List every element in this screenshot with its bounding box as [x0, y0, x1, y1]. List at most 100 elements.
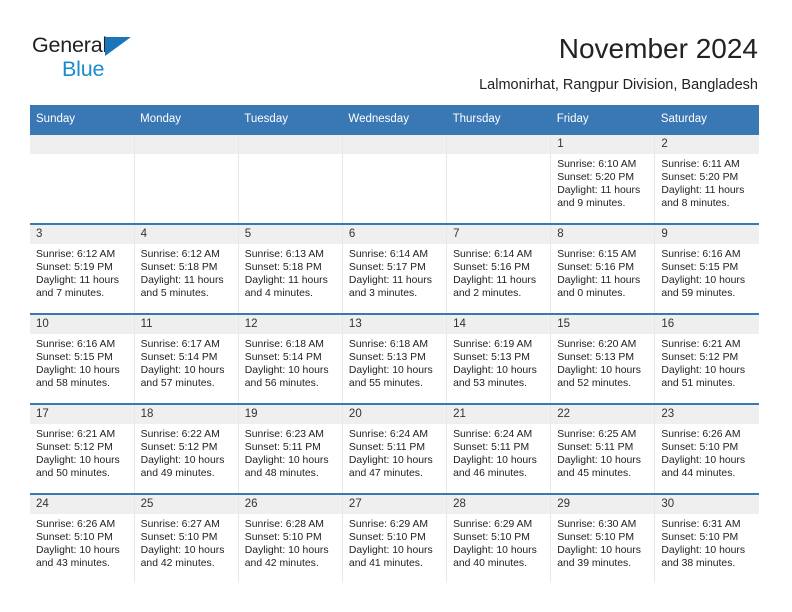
- day-cell-inner: 17 Sunrise: 6:21 AM Sunset: 5:12 PM Dayligh…: [30, 405, 134, 493]
- calendar-day-cell-30[interactable]: 30 Sunrise: 6:31 AM Sunset: 5:10 PM Dayligh…: [654, 493, 759, 583]
- day-number: 1: [551, 135, 655, 154]
- calendar-week-row: 24 Sunrise: 6:26 AM Sunset: 5:10 PM Dayligh…: [30, 493, 759, 583]
- calendar-day-cell-13[interactable]: 13 Sunrise: 6:18 AM Sunset: 5:13 PM Dayligh…: [341, 313, 447, 404]
- daylight-text-line1: Daylight: 10 hours: [453, 455, 537, 467]
- daylight-text-line2: and 46 minutes.: [453, 468, 527, 480]
- daylight-text-line2: and 52 minutes.: [557, 378, 632, 390]
- day-number: [30, 135, 134, 154]
- day-sun-details: Sunrise: 6:29 AM Sunset: 5:10 PM Daylight:…: [343, 514, 446, 570]
- calendar-day-cell-9[interactable]: 9 Sunrise: 6:16 AM Sunset: 5:15 PM Daylight…: [654, 223, 759, 314]
- weekday-header-monday: Monday: [134, 105, 239, 134]
- sunrise-text: Sunrise: 6:26 AM: [661, 429, 741, 440]
- sunrise-text: Sunrise: 6:21 AM: [36, 429, 116, 440]
- day-cell-inner: 6 Sunrise: 6:14 AM Sunset: 5:17 PM Daylight…: [342, 225, 447, 313]
- calendar-day-cell-3[interactable]: 3 Sunrise: 6:12 AM Sunset: 5:19 PM Daylight…: [30, 223, 135, 314]
- calendar-day-cell-11[interactable]: 11 Sunrise: 6:17 AM Sunset: 5:14 PM Dayligh…: [133, 313, 239, 404]
- daylight-text-line2: and 56 minutes.: [244, 378, 319, 390]
- daylight-text-line1: Daylight: 10 hours: [661, 455, 746, 467]
- sunset-text: Sunset: 5:14 PM: [140, 352, 218, 364]
- calendar-day-cell-21[interactable]: 21 Sunrise: 6:24 AM Sunset: 5:11 PM Dayligh…: [446, 403, 551, 494]
- calendar-day-cell-14[interactable]: 14 Sunrise: 6:19 AM Sunset: 5:13 PM Dayligh…: [446, 313, 551, 404]
- weekday-header-wednesday: Wednesday: [342, 105, 447, 134]
- calendar-day-cell-22[interactable]: 22 Sunrise: 6:25 AM Sunset: 5:11 PM Dayligh…: [550, 403, 655, 494]
- day-cell-inner: 10 Sunrise: 6:16 AM Sunset: 5:15 PM Dayligh…: [30, 315, 134, 403]
- daylight-text-line1: Daylight: 10 hours: [557, 545, 641, 557]
- daylight-text-line2: and 43 minutes.: [36, 558, 110, 570]
- weekday-header-thursday: Thursday: [446, 105, 551, 134]
- daylight-text-line2: and 39 minutes.: [557, 558, 632, 570]
- daylight-text-line1: Daylight: 11 hours: [140, 275, 224, 287]
- day-sun-details: Sunrise: 6:28 AM Sunset: 5:10 PM Daylight:…: [239, 514, 342, 570]
- day-sun-details: Sunrise: 6:23 AM Sunset: 5:11 PM Daylight:…: [239, 424, 342, 480]
- day-cell-inner: 25 Sunrise: 6:27 AM Sunset: 5:10 PM Dayligh…: [134, 495, 238, 583]
- daylight-text-line2: and 7 minutes.: [36, 288, 105, 300]
- sunset-text: Sunset: 5:11 PM: [453, 442, 530, 454]
- daylight-text-line2: and 38 minutes.: [661, 558, 736, 570]
- calendar-day-cell-28[interactable]: 28 Sunrise: 6:29 AM Sunset: 5:10 PM Dayligh…: [446, 493, 551, 583]
- calendar-day-cell-16[interactable]: 16 Sunrise: 6:21 AM Sunset: 5:12 PM Dayligh…: [654, 313, 759, 404]
- calendar-day-cell-24[interactable]: 24 Sunrise: 6:26 AM Sunset: 5:10 PM Dayligh…: [30, 493, 135, 583]
- day-number: 17: [30, 405, 134, 424]
- calendar-day-cell-10[interactable]: 10 Sunrise: 6:16 AM Sunset: 5:15 PM Dayligh…: [30, 313, 135, 404]
- calendar-day-cell-27[interactable]: 27 Sunrise: 6:29 AM Sunset: 5:10 PM Dayligh…: [341, 493, 447, 583]
- daylight-text-line1: Daylight: 10 hours: [453, 365, 537, 377]
- day-number: 22: [551, 405, 655, 424]
- weekday-header-friday: Friday: [550, 105, 655, 134]
- calendar-day-cell-4[interactable]: 4 Sunrise: 6:12 AM Sunset: 5:18 PM Daylight…: [133, 223, 239, 314]
- page-header: General Blue November 2024 Lalmonirhat, …: [0, 0, 792, 100]
- calendar-day-cell-17[interactable]: 17 Sunrise: 6:21 AM Sunset: 5:12 PM Dayligh…: [30, 403, 135, 494]
- day-sun-details: Sunrise: 6:26 AM Sunset: 5:10 PM Daylight:…: [655, 424, 759, 480]
- sunrise-text: Sunrise: 6:24 AM: [348, 429, 429, 440]
- daylight-text-line1: Daylight: 11 hours: [36, 275, 119, 287]
- day-number: 21: [447, 405, 551, 424]
- calendar-day-cell-5[interactable]: 5 Sunrise: 6:13 AM Sunset: 5:18 PM Daylight…: [237, 223, 343, 314]
- sunset-text: Sunset: 5:13 PM: [453, 352, 530, 364]
- calendar-day-cell-6[interactable]: 6 Sunrise: 6:14 AM Sunset: 5:17 PM Daylight…: [341, 223, 447, 314]
- calendar-day-cell-1[interactable]: 1 Sunrise: 6:10 AM Sunset: 5:20 PM Daylight…: [550, 133, 655, 224]
- sunrise-text: Sunrise: 6:12 AM: [36, 249, 116, 260]
- sunrise-text: Sunrise: 6:20 AM: [557, 339, 637, 350]
- calendar-day-cell-26[interactable]: 26 Sunrise: 6:28 AM Sunset: 5:10 PM Dayligh…: [237, 493, 343, 583]
- calendar-day-cell-12[interactable]: 12 Sunrise: 6:18 AM Sunset: 5:14 PM Dayligh…: [237, 313, 343, 404]
- calendar-day-cell-23[interactable]: 23 Sunrise: 6:26 AM Sunset: 5:10 PM Dayligh…: [654, 403, 759, 494]
- calendar-day-cell-19[interactable]: 19 Sunrise: 6:23 AM Sunset: 5:11 PM Dayligh…: [237, 403, 343, 494]
- calendar-day-cell-7[interactable]: 7 Sunrise: 6:14 AM Sunset: 5:16 PM Daylight…: [446, 223, 551, 314]
- daylight-text-line2: and 2 minutes.: [453, 288, 522, 300]
- day-sun-details: Sunrise: 6:29 AM Sunset: 5:10 PM Daylight:…: [447, 514, 550, 570]
- sunset-text: Sunset: 5:12 PM: [661, 352, 739, 364]
- sunset-text: Sunset: 5:10 PM: [244, 532, 322, 544]
- day-sun-details: Sunrise: 6:19 AM Sunset: 5:13 PM Daylight:…: [447, 334, 550, 390]
- day-sun-details: Sunrise: 6:12 AM Sunset: 5:18 PM Daylight:…: [135, 244, 238, 300]
- day-cell-inner: 28 Sunrise: 6:29 AM Sunset: 5:10 PM Dayligh…: [447, 495, 551, 583]
- sunrise-sunset-calendar: Sunday Monday Tuesday Wednesday Thursday Frid…: [30, 105, 759, 583]
- daylight-text-line1: Daylight: 11 hours: [244, 275, 328, 287]
- sunrise-text: Sunrise: 6:19 AM: [453, 339, 533, 350]
- calendar-day-cell-15[interactable]: 15 Sunrise: 6:20 AM Sunset: 5:13 PM Dayligh…: [550, 313, 655, 404]
- daylight-text-line2: and 41 minutes.: [348, 558, 423, 570]
- daylight-text-line1: Daylight: 11 hours: [557, 275, 641, 287]
- sunset-text: Sunset: 5:10 PM: [140, 532, 218, 544]
- calendar-day-cell-8[interactable]: 8 Sunrise: 6:15 AM Sunset: 5:16 PM Daylight…: [550, 223, 655, 314]
- daylight-text-line1: Daylight: 10 hours: [36, 365, 120, 377]
- calendar-day-cell-20[interactable]: 20 Sunrise: 6:24 AM Sunset: 5:11 PM Dayligh…: [341, 403, 447, 494]
- day-sun-details: Sunrise: 6:31 AM Sunset: 5:10 PM Daylight:…: [655, 514, 759, 570]
- day-number: 28: [447, 495, 551, 514]
- daylight-text-line1: Daylight: 10 hours: [244, 455, 329, 467]
- calendar-day-cell-29[interactable]: 29 Sunrise: 6:30 AM Sunset: 5:10 PM Dayligh…: [550, 493, 655, 583]
- day-number: 3: [30, 225, 134, 244]
- day-cell-inner: [238, 135, 342, 223]
- sunset-text: Sunset: 5:13 PM: [348, 352, 426, 364]
- day-cell-inner: 16 Sunrise: 6:21 AM Sunset: 5:12 PM Dayligh…: [655, 315, 759, 403]
- daylight-text-line1: Daylight: 10 hours: [140, 455, 225, 467]
- day-cell-inner: 13 Sunrise: 6:18 AM Sunset: 5:13 PM Dayligh…: [342, 315, 447, 403]
- calendar-day-cell-18[interactable]: 18 Sunrise: 6:22 AM Sunset: 5:12 PM Dayligh…: [133, 403, 239, 494]
- calendar-day-cell-25[interactable]: 25 Sunrise: 6:27 AM Sunset: 5:10 PM Dayligh…: [133, 493, 239, 583]
- day-cell-inner: 15 Sunrise: 6:20 AM Sunset: 5:13 PM Dayligh…: [551, 315, 655, 403]
- brand-logo[interactable]: General Blue: [32, 33, 162, 85]
- calendar-week-row: 17 Sunrise: 6:21 AM Sunset: 5:12 PM Dayligh…: [30, 403, 759, 494]
- day-sun-details: Sunrise: 6:27 AM Sunset: 5:10 PM Daylight:…: [135, 514, 238, 570]
- calendar-day-cell-2[interactable]: 2 Sunrise: 6:11 AM Sunset: 5:20 PM Daylight…: [654, 133, 759, 224]
- sunrise-text: Sunrise: 6:21 AM: [661, 339, 741, 350]
- daylight-text-line2: and 51 minutes.: [661, 378, 736, 390]
- day-cell-inner: 4 Sunrise: 6:12 AM Sunset: 5:18 PM Daylight…: [134, 225, 238, 313]
